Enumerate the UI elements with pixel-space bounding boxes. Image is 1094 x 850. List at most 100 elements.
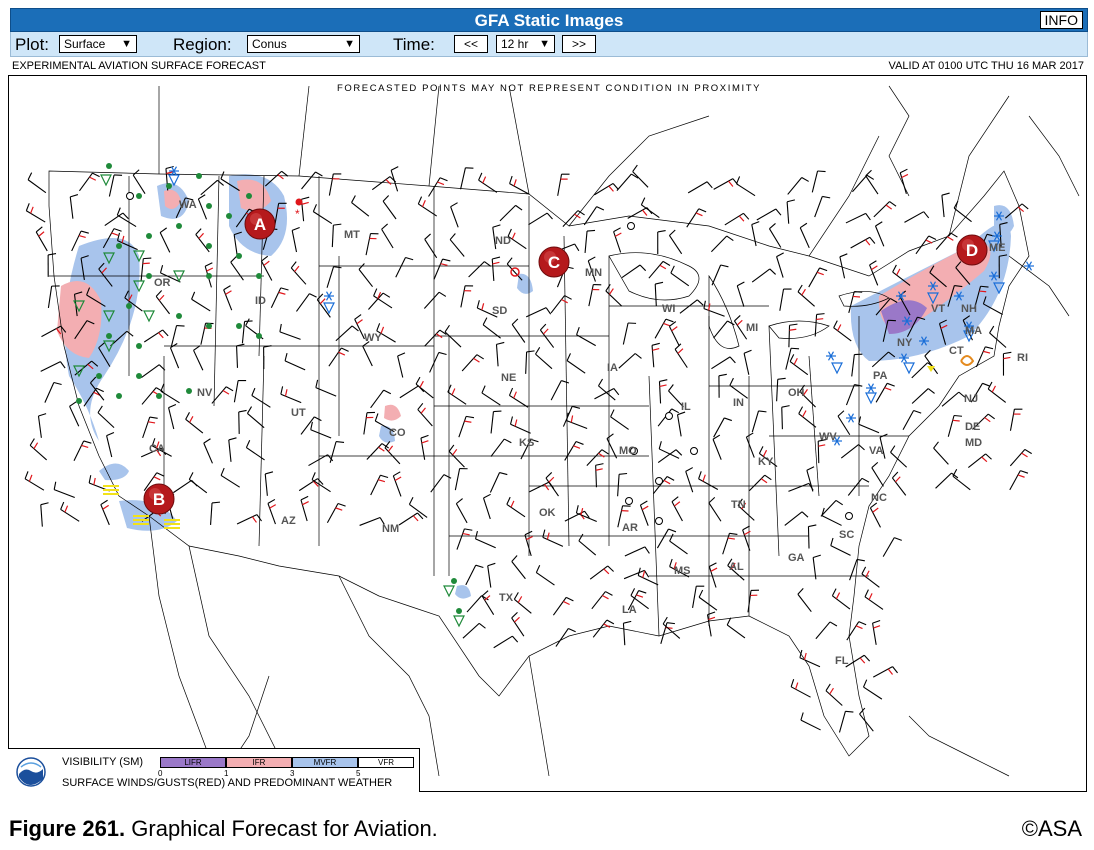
wind-barb <box>651 342 660 368</box>
wind-barb <box>513 592 532 614</box>
wind-barb <box>466 595 489 613</box>
wind-barb <box>756 208 782 221</box>
snow-icon <box>826 351 836 361</box>
wind-barb <box>482 493 491 520</box>
wind-barb <box>365 233 379 256</box>
map-notice: FORECASTED POINTS MAY NOT REPRESENT COND… <box>337 83 761 94</box>
wind-barb <box>236 343 245 368</box>
legend-ifr: IFR <box>226 757 292 768</box>
shower-icon <box>903 362 915 375</box>
wind-barb <box>40 502 49 527</box>
rain-icon <box>256 273 262 279</box>
wind-barb <box>851 353 863 377</box>
wind-barb <box>354 314 365 340</box>
wind-barb <box>211 386 234 404</box>
fog-icon <box>103 485 119 495</box>
rain-icon <box>136 193 142 199</box>
wind-barb <box>578 533 597 556</box>
time-select[interactable]: 12 hr ▼ <box>496 35 555 53</box>
wind-barb <box>291 226 300 253</box>
wind-barb <box>326 502 346 524</box>
rain-icon <box>136 373 142 379</box>
forecast-map[interactable]: FORECASTED POINTS MAY NOT REPRESENT COND… <box>8 75 1087 792</box>
rain-icon <box>136 343 142 349</box>
info-button[interactable]: INFO <box>1039 11 1083 29</box>
border-line <box>188 545 290 777</box>
state-label-ok: OK <box>539 507 556 519</box>
wind-barb <box>424 233 438 259</box>
region-select[interactable]: Conus ▼ <box>247 35 360 53</box>
state-label-ut: UT <box>291 407 306 419</box>
wind-barb <box>711 264 729 286</box>
state-label-md: MD <box>965 437 982 449</box>
state-label-il: IL <box>681 401 691 413</box>
border-line <box>888 85 910 197</box>
wind-barb <box>606 433 618 459</box>
wind-barb <box>845 212 871 224</box>
rain-icon <box>146 273 152 279</box>
plot-select[interactable]: Surface ▼ <box>59 35 137 53</box>
wind-barb <box>799 649 821 668</box>
rain-icon <box>206 323 212 329</box>
time-next-button[interactable]: >> <box>562 35 596 53</box>
rain-icon <box>166 183 172 189</box>
wind-barb <box>622 620 632 646</box>
state-label-nc: NC <box>871 492 887 504</box>
clear-icon <box>845 512 853 520</box>
wind-barb <box>618 353 642 369</box>
wind-barb <box>729 377 748 399</box>
time-prev-button[interactable]: << <box>454 35 488 53</box>
wind-barb <box>509 416 531 434</box>
wind-barb <box>952 468 971 491</box>
wind-barb <box>776 377 786 402</box>
wind-barb <box>490 438 512 457</box>
shower-icon <box>143 310 155 323</box>
wind-barb <box>845 384 863 406</box>
wind-barb <box>429 351 447 373</box>
clear-icon <box>126 192 134 200</box>
wind-barb <box>861 566 880 588</box>
wind-barb <box>858 416 880 434</box>
state-label-nm: NM <box>382 523 399 535</box>
time-select-value: 12 hr <box>501 37 529 51</box>
wind-barb <box>989 325 1007 348</box>
state-label-wa: WA <box>179 199 197 211</box>
wind-barb <box>1002 351 1012 376</box>
wind-barb <box>808 267 828 288</box>
wind-barb <box>736 281 745 307</box>
rain-icon <box>186 388 192 394</box>
plot-label: Plot: <box>15 35 50 54</box>
state-label-nd: ND <box>495 235 511 247</box>
wind-barb <box>871 461 884 487</box>
wind-barb <box>160 383 180 404</box>
wind-barb <box>698 471 719 491</box>
wind-barb <box>25 203 46 223</box>
wind-barb <box>933 441 949 465</box>
wind-barb <box>864 589 884 610</box>
border-line <box>648 375 660 637</box>
wind-barb <box>78 172 100 192</box>
wind-barb <box>658 379 668 404</box>
state-label-ky: KY <box>758 456 774 468</box>
wind-barb <box>592 619 615 638</box>
border-line <box>563 235 570 547</box>
wind-barb <box>279 323 301 340</box>
marker-b: B <box>143 483 175 515</box>
chevron-down-icon: ▼ <box>344 38 355 50</box>
wind-barb <box>241 320 253 344</box>
wind-barb <box>462 622 486 639</box>
wind-barb <box>366 443 389 460</box>
wind-barb <box>223 285 233 311</box>
wind-barb <box>711 356 736 370</box>
wind-barb <box>713 320 735 339</box>
state-label-pa: PA <box>873 370 888 382</box>
wind-barb <box>363 411 375 435</box>
border-line <box>1008 255 1070 317</box>
wind-barb <box>703 300 725 317</box>
wind-barb <box>786 199 796 224</box>
wind-barb <box>987 381 1007 403</box>
wind-barb <box>535 347 553 370</box>
wind-barb <box>698 589 718 611</box>
wind-barb <box>506 496 526 518</box>
wind-barb <box>251 387 271 408</box>
